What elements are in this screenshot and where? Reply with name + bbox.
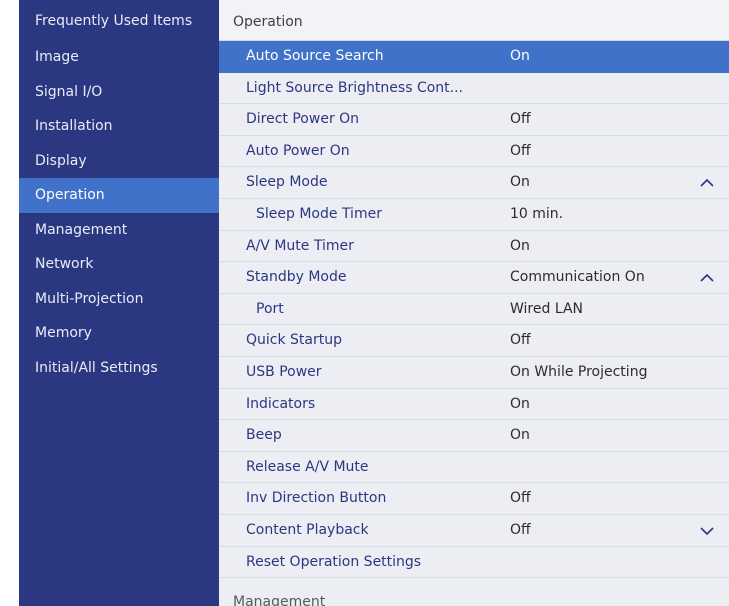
setting-label: Content Playback [246, 521, 369, 538]
sidebar-item-operation[interactable]: Operation [19, 178, 219, 213]
settings-screen: Frequently Used Items Image Signal I/O I… [0, 0, 729, 606]
setting-value: On [510, 237, 530, 254]
setting-label: Auto Source Search [246, 48, 384, 64]
setting-value: On [510, 48, 530, 64]
setting-value: Wired LAN [510, 300, 583, 317]
setting-row-sleep-mode-timer[interactable]: Sleep Mode Timer 10 min. [219, 198, 729, 231]
sidebar-item-multi-projection[interactable]: Multi-Projection [19, 282, 219, 317]
setting-value: On [510, 395, 530, 412]
setting-label: Indicators [246, 395, 316, 412]
setting-value: On [510, 174, 530, 191]
setting-row-reset-operation-settings[interactable]: Reset Operation Settings [219, 546, 729, 579]
setting-row-content-playback[interactable]: Content Playback Off [219, 514, 729, 547]
setting-row-port[interactable]: Port Wired LAN [219, 293, 729, 326]
setting-label: Standby Mode [246, 269, 347, 286]
sidebar-item-initial-all-settings[interactable]: Initial/All Settings [19, 351, 219, 386]
setting-value: Communication On [510, 269, 645, 286]
next-section-heading: Management [233, 594, 326, 606]
setting-value: Off [510, 111, 531, 128]
setting-row-light-source-brightness-control[interactable]: Light Source Brightness Cont... [219, 72, 729, 105]
panel-title: Operation [219, 0, 729, 41]
setting-label: Direct Power On [246, 111, 360, 128]
setting-row-auto-power-on[interactable]: Auto Power On Off [219, 135, 729, 168]
setting-row-inv-direction-button[interactable]: Inv Direction Button Off [219, 483, 729, 515]
setting-row-sleep-mode[interactable]: Sleep Mode On [219, 167, 729, 199]
setting-row-quick-startup[interactable]: Quick Startup Off [219, 325, 729, 357]
category-sidebar: Frequently Used Items Image Signal I/O I… [19, 0, 219, 606]
sidebar-item-signal-io[interactable]: Signal I/O [19, 75, 219, 110]
sidebar-item-installation[interactable]: Installation [19, 109, 219, 144]
setting-label: Port [256, 300, 284, 317]
sidebar-item-image[interactable]: Image [19, 40, 219, 75]
sidebar-item-network[interactable]: Network [19, 247, 219, 282]
setting-row-usb-power[interactable]: USB Power On While Projecting [219, 356, 729, 389]
setting-label: Quick Startup [246, 332, 342, 349]
setting-value: 10 min. [510, 205, 564, 222]
sidebar-item-display[interactable]: Display [19, 144, 219, 179]
setting-label: Sleep Mode Timer [256, 205, 382, 222]
setting-label: Inv Direction Button [246, 490, 387, 507]
setting-label: Beep [246, 427, 282, 444]
sidebar-item-frequently-used-items[interactable]: Frequently Used Items [19, 0, 219, 40]
setting-value: Off [510, 332, 531, 349]
chevron-up-icon[interactable] [697, 167, 717, 198]
sidebar-item-memory[interactable]: Memory [19, 316, 219, 351]
setting-value: Off [510, 521, 531, 538]
setting-label: Auto Power On [246, 142, 350, 159]
setting-value: On [510, 427, 530, 444]
setting-row-auto-source-search[interactable]: Auto Source Search On [219, 41, 729, 73]
setting-row-standby-mode[interactable]: Standby Mode Communication On [219, 262, 729, 294]
setting-row-beep[interactable]: Beep On [219, 420, 729, 452]
setting-row-direct-power-on[interactable]: Direct Power On Off [219, 104, 729, 136]
setting-value: Off [510, 142, 531, 159]
sidebar-item-management[interactable]: Management [19, 213, 219, 248]
setting-value: Off [510, 490, 531, 507]
setting-row-av-mute-timer[interactable]: A/V Mute Timer On [219, 230, 729, 263]
setting-label: USB Power [246, 363, 322, 380]
setting-label: Reset Operation Settings [246, 553, 422, 570]
setting-row-indicators[interactable]: Indicators On [219, 388, 729, 421]
chevron-down-icon[interactable] [697, 515, 717, 546]
setting-label: A/V Mute Timer [246, 237, 354, 254]
setting-label: Light Source Brightness Cont... [246, 79, 463, 96]
setting-label: Release A/V Mute [246, 458, 369, 475]
chevron-up-icon[interactable] [697, 262, 717, 293]
setting-row-release-av-mute[interactable]: Release A/V Mute [219, 451, 729, 484]
operation-settings-panel: Operation Auto Source Search On Light So… [219, 0, 729, 606]
setting-value: On While Projecting [510, 363, 648, 380]
setting-label: Sleep Mode [246, 174, 328, 191]
